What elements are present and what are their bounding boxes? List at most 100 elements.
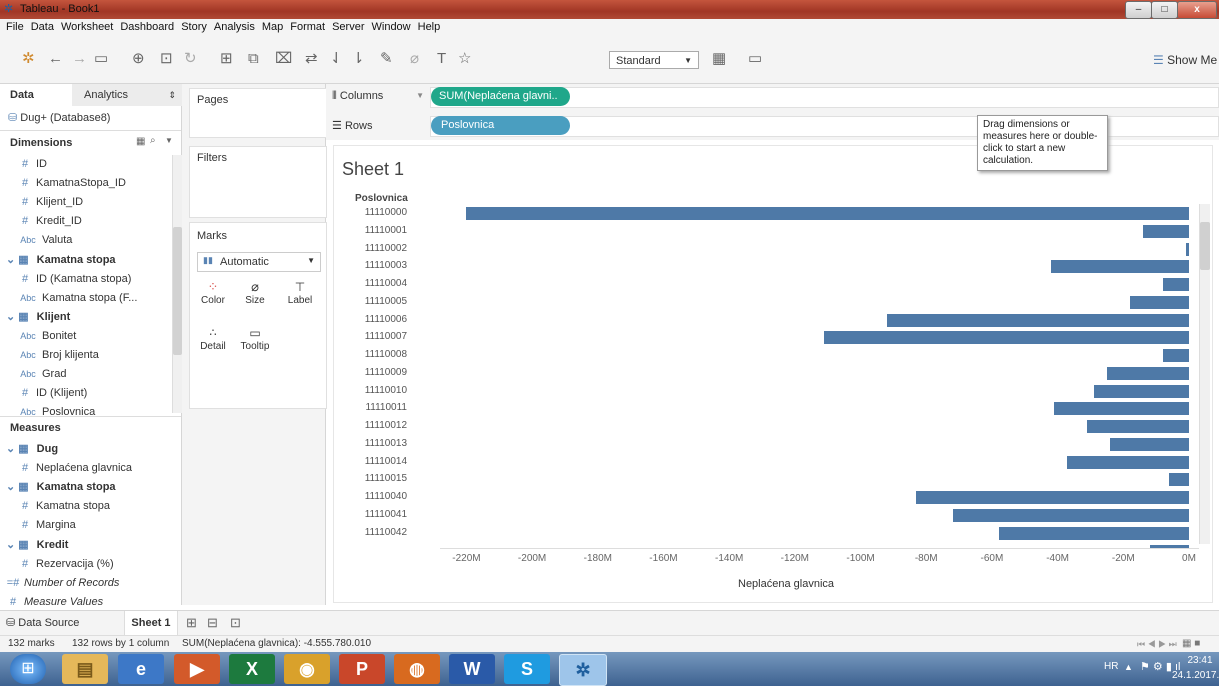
data-source-tab[interactable]: ⛁ Data Source	[6, 616, 79, 629]
bar-11110001[interactable]	[1143, 224, 1189, 238]
scrollbar-thumb[interactable]	[173, 227, 182, 355]
menu-item-server[interactable]: Server	[332, 19, 364, 35]
field-item[interactable]: # Kredit_ID	[0, 212, 190, 231]
bar-11110007[interactable]	[824, 331, 1189, 345]
tab-data[interactable]: Data	[0, 84, 72, 106]
bar-11110004[interactable]	[1162, 278, 1189, 291]
field-item[interactable]: Abc Poslovnica	[0, 403, 190, 422]
table-group[interactable]: ⌄ ▦ Dug	[0, 440, 178, 459]
media-player-icon[interactable]: ▶	[174, 654, 220, 684]
presentation-icon[interactable]: ▭	[748, 51, 762, 67]
field-item[interactable]: Abc Kamatna stopa (F...	[0, 289, 190, 308]
show-cards-icon[interactable]: ▦	[712, 51, 726, 67]
show-me-button[interactable]: ☰ Show Me	[1153, 53, 1217, 67]
bar-11110008[interactable]	[1162, 349, 1189, 362]
field-item[interactable]: # Measure Values	[0, 593, 178, 612]
bar-11110003[interactable]	[1051, 260, 1189, 274]
dimensions-scrollbar[interactable]	[172, 155, 182, 413]
bar-11110041[interactable]	[952, 508, 1189, 522]
tableau-taskbar-icon[interactable]: ✲	[559, 654, 607, 686]
bar-11110005[interactable]	[1129, 295, 1189, 309]
menu-item-help[interactable]: Help	[418, 19, 441, 35]
excel-icon[interactable]: X	[229, 654, 275, 684]
close-button[interactable]: x	[1177, 1, 1217, 19]
new-datasource-icon[interactable]: ⊕	[132, 51, 145, 67]
firefox-icon[interactable]: ◍	[394, 654, 440, 684]
field-item[interactable]: # ID (Kamatna stopa)	[0, 270, 190, 289]
bar-11110042[interactable]	[998, 526, 1189, 540]
chrome-icon[interactable]: ◉	[284, 654, 330, 684]
skype-icon[interactable]: S	[504, 654, 550, 684]
show-hidden-icons-icon[interactable]: ▲	[1124, 662, 1133, 672]
pin-icon[interactable]: ☆	[458, 51, 471, 67]
rows-pill[interactable]: Poslovnica	[431, 116, 570, 135]
view-grid-icon[interactable]: ▦	[136, 136, 145, 147]
field-item[interactable]: # Margina	[0, 516, 190, 535]
tab-analytics[interactable]: Analytics ⇕	[72, 84, 182, 106]
field-item[interactable]: # Rezervacija (%)	[0, 555, 190, 574]
bar-11110040[interactable]	[916, 491, 1189, 504]
swap-icon[interactable]: ⇄	[305, 51, 318, 67]
bar-11110006[interactable]	[886, 313, 1189, 327]
table-group[interactable]: ⌄ ▦ Kamatna stopa	[0, 251, 178, 270]
menu-item-window[interactable]: Window	[372, 19, 411, 35]
menu-item-format[interactable]: Format	[290, 19, 325, 35]
filters-card[interactable]: Filters	[189, 146, 327, 218]
view-scrollbar[interactable]	[1199, 204, 1210, 544]
field-item[interactable]: Abc Valuta	[0, 231, 190, 250]
field-item[interactable]: Abc Grad	[0, 365, 190, 384]
chevron-down-icon[interactable]: ▼	[165, 136, 173, 145]
pages-card[interactable]: Pages	[189, 88, 327, 138]
grid-view-icon[interactable]: ▦ ■	[1182, 636, 1200, 652]
maximize-button[interactable]: □	[1151, 1, 1178, 19]
field-item[interactable]: # KamatnaStopa_ID	[0, 174, 190, 193]
sort-ascending-icon[interactable]: ⇃	[330, 51, 343, 67]
datasource-item[interactable]: ⛁ Dug+ (Database8)	[8, 111, 110, 124]
field-item[interactable]: Abc Broj klijenta	[0, 346, 190, 365]
new-worksheet-icon[interactable]: ⊞	[220, 51, 233, 67]
refresh-icon[interactable]: ↻	[184, 51, 197, 67]
tooltip-button[interactable]: ▭ Tooltip	[237, 325, 273, 352]
file-explorer-icon[interactable]: ▤	[62, 654, 108, 684]
start-button[interactable]: ⊞	[10, 654, 46, 684]
undo-icon[interactable]: ←	[48, 51, 63, 67]
field-item[interactable]: # ID (Klijent)	[0, 384, 190, 403]
bar-11110011[interactable]	[1054, 402, 1189, 416]
show-labels-icon[interactable]: T	[437, 51, 446, 67]
size-button[interactable]: ⌀ Size	[237, 279, 273, 306]
bar-11110014[interactable]	[1067, 455, 1189, 469]
redo-icon[interactable]: →	[72, 51, 87, 67]
menu-item-story[interactable]: Story	[181, 19, 207, 35]
bar-11110002[interactable]	[1185, 242, 1189, 256]
search-icon[interactable]: ⌕	[150, 135, 156, 146]
menu-item-data[interactable]: Data	[31, 19, 54, 35]
clear-sheet-icon[interactable]: ⌧	[275, 51, 292, 67]
field-item[interactable]: # Kamatna stopa	[0, 497, 190, 516]
table-group[interactable]: ⌄ ▦ Kamatna stopa	[0, 478, 178, 497]
save-icon[interactable]: ▭	[94, 51, 108, 67]
highlight-icon[interactable]: ✎	[380, 51, 393, 67]
sheet-tab-active[interactable]: Sheet 1	[124, 611, 178, 635]
bar-11110013[interactable]	[1110, 437, 1189, 451]
new-story-icon[interactable]: ⊡	[230, 615, 241, 631]
detail-button[interactable]: ∴ Detail	[195, 325, 231, 352]
new-worksheet-icon[interactable]: ⊞	[186, 615, 197, 631]
label-button[interactable]: ⊤ Label	[282, 279, 318, 306]
duplicate-sheet-icon[interactable]: ⧉	[248, 51, 259, 67]
field-item[interactable]: =# Number of Records	[0, 574, 178, 593]
bar-11110000[interactable]	[466, 207, 1189, 220]
color-button[interactable]: ⁘ Color	[195, 279, 231, 306]
menu-item-file[interactable]: File	[6, 19, 24, 35]
columns-pill[interactable]: SUM(Neplaćena glavni..	[431, 87, 570, 106]
powerpoint-icon[interactable]: P	[339, 654, 385, 684]
new-dashboard-icon[interactable]: ⊟	[207, 615, 218, 631]
bar-11110015[interactable]	[1169, 473, 1189, 487]
mark-type-select[interactable]: ▮▮ Automatic ▼	[197, 252, 321, 272]
menu-item-worksheet[interactable]: Worksheet	[61, 19, 113, 35]
menu-item-map[interactable]: Map	[262, 19, 283, 35]
internet-explorer-icon[interactable]: e	[118, 654, 164, 684]
bar-11110012[interactable]	[1087, 420, 1189, 433]
pause-updates-icon[interactable]: ⊡	[160, 51, 173, 67]
field-item[interactable]: # ID	[0, 155, 190, 174]
language-indicator[interactable]: HR	[1104, 661, 1118, 672]
